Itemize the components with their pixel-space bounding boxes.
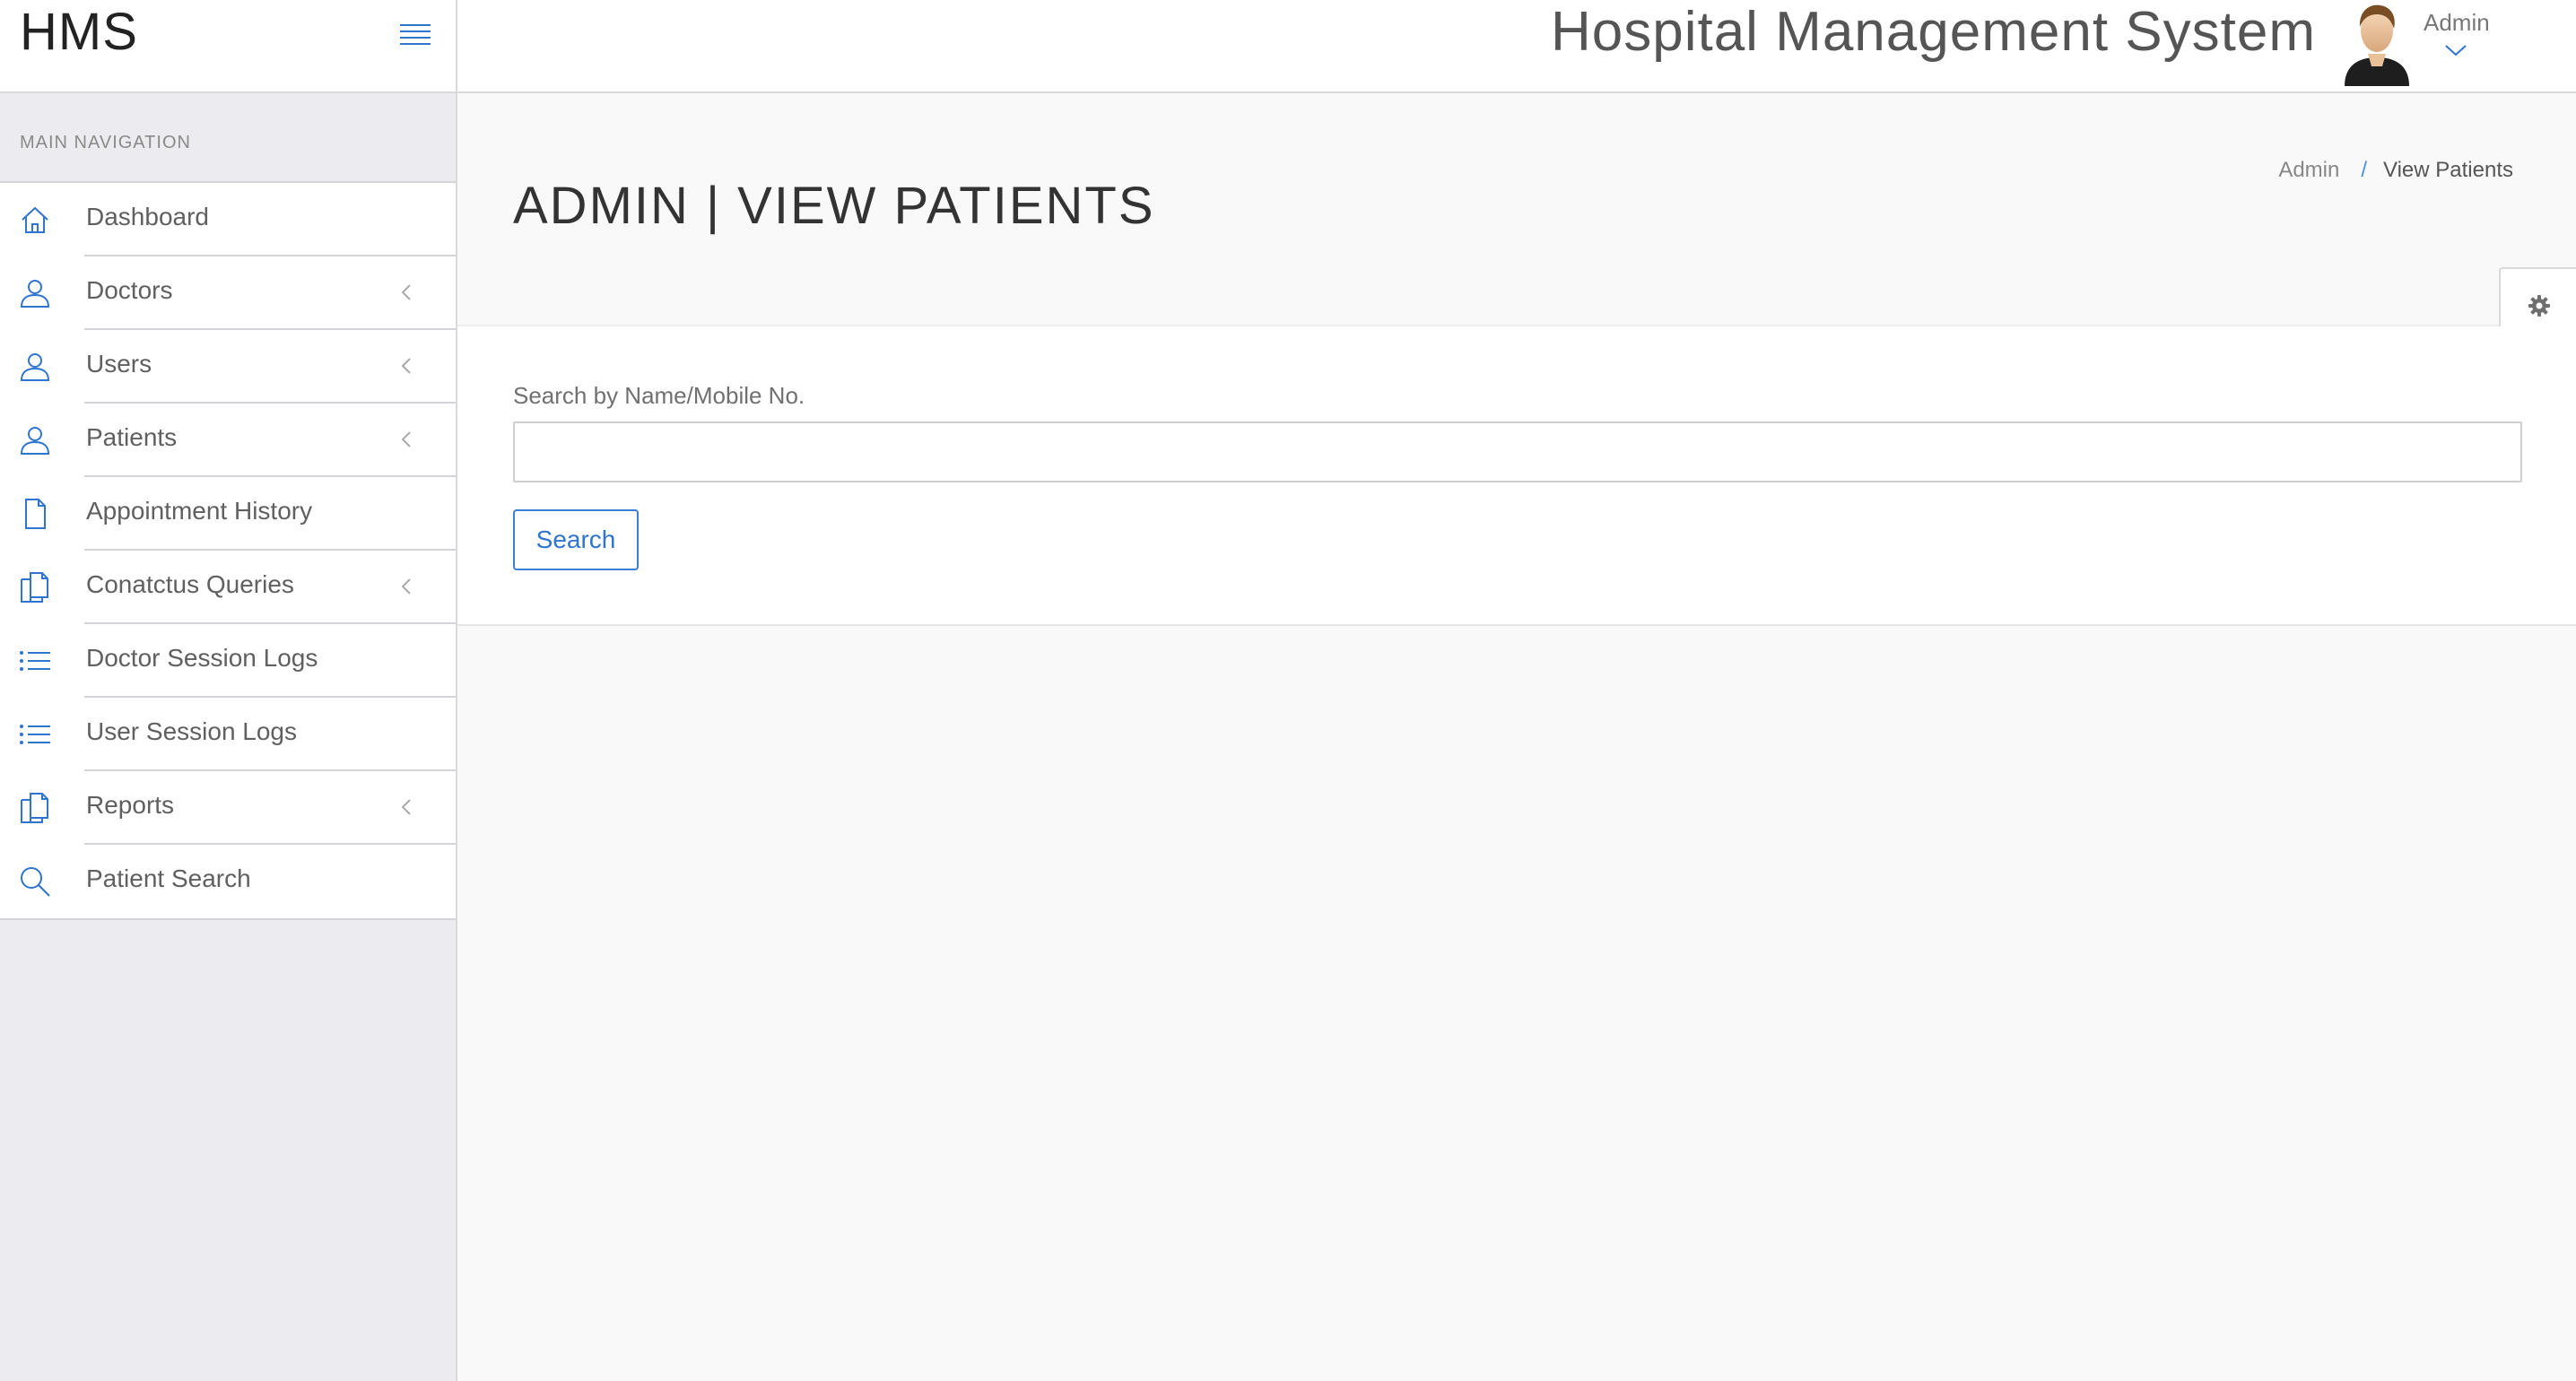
sidebar-item-user-session-logs[interactable]: User Session Logs (0, 698, 456, 771)
brand-logo-text[interactable]: HMS (20, 2, 138, 62)
breadcrumb-separator: / (2361, 158, 2368, 182)
sidebar-item-label: Conatctus Queries (86, 570, 294, 598)
sidebar-item-reports[interactable]: Reports (0, 771, 456, 845)
chevron-left-icon (401, 431, 411, 447)
sidebar-item-doctors[interactable]: Doctors (0, 256, 456, 330)
chevron-left-icon (401, 799, 411, 815)
sidebar-item-patient-search[interactable]: Patient Search (0, 845, 456, 918)
nav-heading: MAIN NAVIGATION (0, 93, 456, 183)
gear-icon (2528, 295, 2550, 317)
home-icon (22, 206, 48, 233)
app-title: Hospital Management System (1550, 1, 2316, 63)
sidebar-item-label: Users (86, 350, 152, 378)
search-button[interactable]: Search (513, 509, 639, 570)
search-label: Search by Name/Mobile No. (513, 382, 805, 409)
sidebar-item-appointment-history[interactable]: Appointment History (0, 477, 456, 551)
user-name[interactable]: Admin (2424, 9, 2490, 37)
sidebar-item-label: Patient Search (86, 864, 251, 892)
user-avatar-icon[interactable] (2341, 0, 2413, 86)
list-icon (20, 725, 50, 744)
file-icon (25, 499, 46, 529)
top-header: HMS Hospital Management System Admin (0, 0, 2576, 93)
breadcrumb: Admin / View Patients (2278, 158, 2513, 183)
sidebar-item-users[interactable]: Users (0, 330, 456, 404)
sidebar-item-label: Doctors (86, 276, 173, 304)
user-icon (20, 353, 50, 381)
chevron-down-icon[interactable] (2443, 41, 2468, 59)
sidebar-item-doctor-session-logs[interactable]: Doctor Session Logs (0, 624, 456, 698)
nav-list: Dashboard Doctors Users Patients Appoint… (0, 183, 456, 920)
sidebar-item-label: Patients (86, 423, 178, 451)
page-header: ADMIN | VIEW PATIENTS Admin / View Patient… (457, 93, 2576, 326)
sidebar-item-label: Reports (86, 791, 175, 819)
sidebar-item-contactus-queries[interactable]: Conatctus Queries (0, 551, 456, 624)
sidebar-item-dashboard[interactable]: Dashboard (0, 183, 456, 256)
sidebar-item-label: Dashboard (86, 203, 209, 230)
brand-area: HMS (0, 0, 457, 93)
search-input[interactable] (513, 421, 2522, 482)
files-icon (21, 572, 48, 603)
user-icon (20, 427, 50, 455)
search-panel: Search by Name/Mobile No. Search (457, 326, 2576, 626)
chevron-left-icon (401, 578, 411, 595)
user-icon (20, 280, 50, 308)
breadcrumb-current: View Patients (2383, 158, 2513, 182)
sidebar-item-patients[interactable]: Patients (0, 404, 456, 477)
sidebar-item-label: Appointment History (86, 497, 313, 525)
sidebar-item-label: Doctor Session Logs (86, 644, 318, 672)
menu-toggle-icon[interactable] (398, 22, 432, 48)
chevron-left-icon (401, 284, 411, 300)
sidebar: MAIN NAVIGATION Dashboard Doctors Users … (0, 93, 457, 1381)
files-icon (21, 793, 48, 823)
breadcrumb-root[interactable]: Admin (2278, 158, 2339, 182)
search-icon (21, 867, 50, 897)
list-icon (20, 651, 50, 671)
sidebar-item-label: User Session Logs (86, 717, 298, 745)
chevron-left-icon (401, 358, 411, 374)
page-title: ADMIN | VIEW PATIENTS (513, 177, 1155, 235)
